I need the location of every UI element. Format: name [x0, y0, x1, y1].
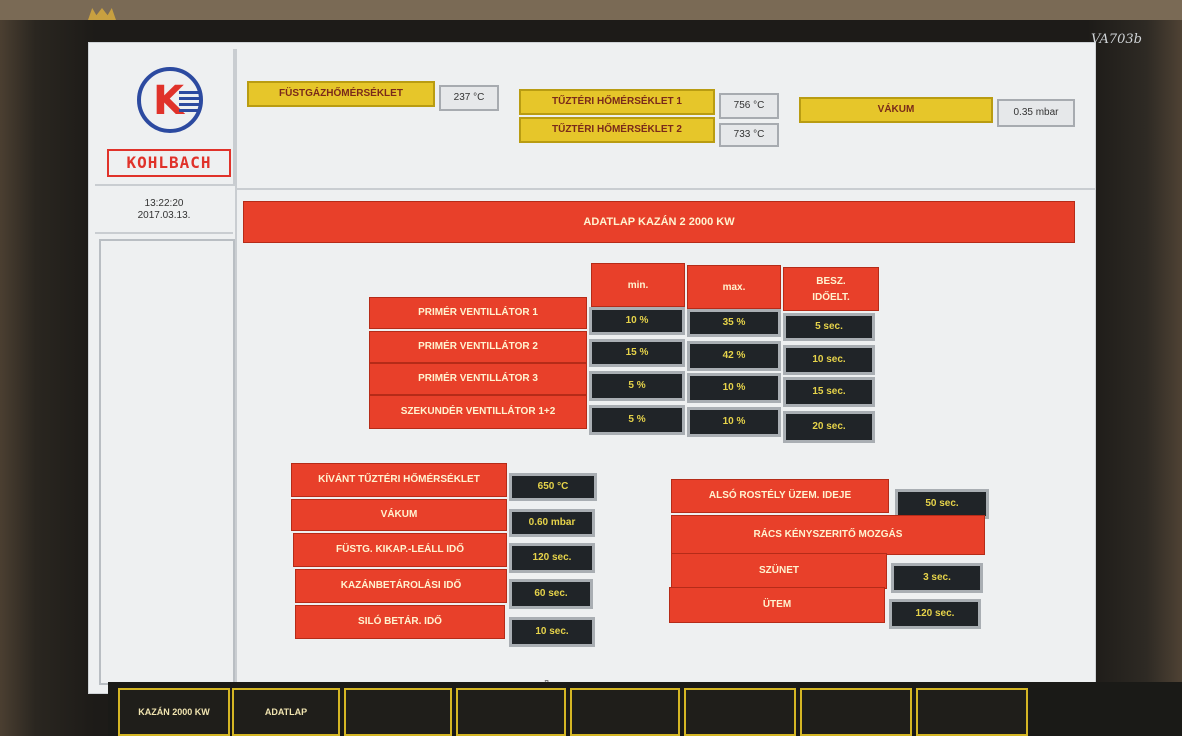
fan-row-label: PRIMÉR VENTILLÁTOR 2 — [369, 331, 587, 363]
fan-delay-value[interactable]: 15 sec. — [783, 377, 875, 407]
fan-min-value[interactable]: 15 % — [589, 339, 685, 367]
furnace-temp-1-label: TŰZTÉRI HŐMÉRSÉKLET 1 — [519, 89, 715, 115]
param-value[interactable]: 650 °C — [509, 473, 597, 501]
function-button-3[interactable] — [344, 688, 452, 736]
fan-delay-value[interactable]: 10 sec. — [783, 345, 875, 375]
clock: 13:22:20 2017.03.13. — [95, 188, 233, 234]
kohlbach-logo-icon: K — [137, 67, 203, 133]
function-button-adatlap[interactable]: ADATLAP — [232, 688, 340, 736]
vacuum-value: 0.35 mbar — [997, 99, 1075, 127]
fan-min-value[interactable]: 10 % — [589, 307, 685, 335]
fan-max-value[interactable]: 10 % — [687, 373, 781, 403]
logo-panel: K KOHLBACH — [95, 49, 235, 186]
logo-text: KOHLBACH — [107, 149, 231, 177]
header-max: max. — [687, 265, 781, 309]
param-value[interactable]: 60 sec. — [509, 579, 593, 609]
fan-min-value[interactable]: 5 % — [589, 405, 685, 435]
function-button-5[interactable] — [570, 688, 680, 736]
param-label: KÍVÁNT TŰZTÉRI HŐMÉRSÉKLET — [291, 463, 507, 497]
fan-max-value[interactable]: 42 % — [687, 341, 781, 371]
function-button-7[interactable] — [800, 688, 912, 736]
vacuum-label: VÁKUM — [799, 97, 993, 123]
side-panel — [99, 239, 235, 685]
function-button-8[interactable] — [916, 688, 1028, 736]
clock-time: 13:22:20 — [144, 198, 184, 209]
pause-label: SZÜNET — [671, 553, 887, 589]
page-title: ADATLAP KAZÁN 2 2000 KW — [243, 201, 1075, 243]
furnace-temp-1-value: 756 °C — [719, 93, 779, 119]
param-label: VÁKUM — [291, 499, 507, 531]
hmi-screen: K KOHLBACH 13:22:20 2017.03.13. FÜSTGÁZH… — [88, 42, 1096, 694]
cycle-label: ÜTEM — [669, 587, 885, 623]
fan-delay-value[interactable]: 20 sec. — [783, 411, 875, 443]
fan-row-label: PRIMÉR VENTILLÁTOR 3 — [369, 363, 587, 395]
param-label: SILÓ BETÁR. IDŐ — [295, 605, 505, 639]
fan-min-value[interactable]: 5 % — [589, 371, 685, 401]
divider — [235, 49, 237, 689]
fan-max-value[interactable]: 10 % — [687, 407, 781, 437]
furnace-temp-2-value: 733 °C — [719, 123, 779, 147]
flame-waves-icon — [179, 91, 199, 113]
forced-movement-label: RÁCS KÉNYSZERITŐ MOZGÁS — [671, 515, 985, 555]
cycle-value[interactable]: 120 sec. — [889, 599, 981, 629]
pause-value[interactable]: 3 sec. — [891, 563, 983, 593]
fan-max-value[interactable]: 35 % — [687, 309, 781, 337]
function-button-4[interactable] — [456, 688, 566, 736]
fan-row-label: SZEKUNDÉR VENTILLÁTOR 1+2 — [369, 395, 587, 429]
param-value[interactable]: 0.60 mbar — [509, 509, 595, 537]
function-button-kazan[interactable]: KAZÁN 2000 KW — [118, 688, 230, 736]
crown-icon — [88, 8, 116, 20]
divider — [237, 188, 1095, 190]
param-value[interactable]: 10 sec. — [509, 617, 595, 647]
fan-row-label: PRIMÉR VENTILLÁTOR 1 — [369, 297, 587, 329]
flue-gas-temp-label: FÜSTGÁZHŐMÉRSÉKLET — [247, 81, 435, 107]
grate-time-label: ALSÓ ROSTÉLY ÜZEM. IDEJE — [671, 479, 889, 513]
monitor-top-edge — [0, 0, 1182, 20]
furnace-temp-2-label: TŰZTÉRI HŐMÉRSÉKLET 2 — [519, 117, 715, 143]
param-label: FÜSTG. KIKAP.-LEÁLL IDŐ — [293, 533, 507, 567]
fan-delay-value[interactable]: 5 sec. — [783, 313, 875, 341]
flue-gas-temp-value: 237 °C — [439, 85, 499, 111]
function-button-6[interactable] — [684, 688, 796, 736]
header-min: min. — [591, 263, 685, 307]
param-label: KAZÁNBETÁROLÁSI IDŐ — [295, 569, 507, 603]
monitor-brand: VA703b — [1090, 32, 1142, 47]
clock-date: 2017.03.13. — [137, 210, 191, 221]
header-delay: BESZ. IDŐELT. — [783, 267, 879, 311]
param-value[interactable]: 120 sec. — [509, 543, 595, 573]
